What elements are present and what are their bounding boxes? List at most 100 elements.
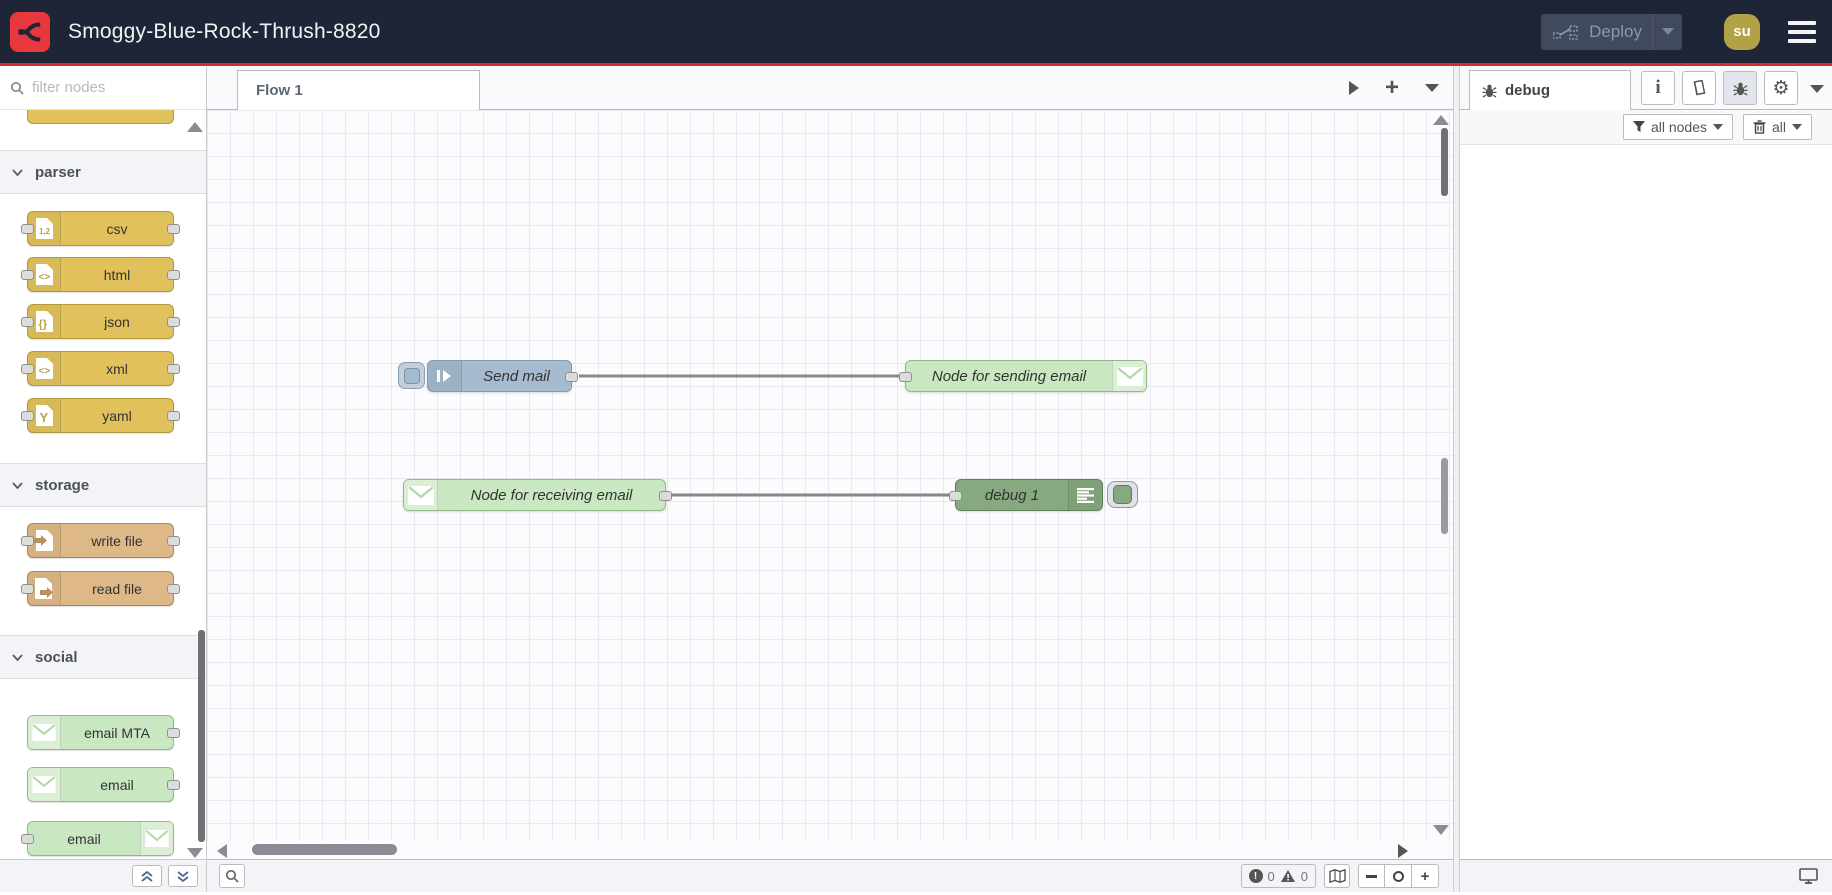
- zoom-in-button[interactable]: +: [1412, 864, 1439, 888]
- add-flow-button[interactable]: +: [1385, 76, 1399, 100]
- palette-node-label: read file: [92, 580, 142, 597]
- palette-filter-input[interactable]: [32, 79, 182, 96]
- output-port[interactable]: [565, 372, 578, 382]
- navigator-button[interactable]: [1324, 864, 1350, 888]
- input-port: [21, 224, 34, 234]
- debug-filter-button[interactable]: all nodes: [1622, 114, 1733, 140]
- canvas-scroll-up-icon[interactable]: [1433, 115, 1449, 125]
- palette-node-read-file[interactable]: read file: [21, 571, 180, 606]
- collapse-all-categories-button[interactable]: [132, 865, 162, 887]
- canvas-vscrollbar-thumb2[interactable]: [1441, 458, 1448, 534]
- open-in-window-icon[interactable]: [1799, 868, 1818, 884]
- debug-filter-label: all nodes: [1650, 119, 1707, 135]
- category-label: parser: [35, 163, 81, 181]
- palette-category-storage[interactable]: storage: [0, 463, 206, 507]
- input-port: [21, 364, 34, 374]
- zoom-reset-button[interactable]: [1385, 864, 1412, 888]
- book-icon: [1693, 80, 1706, 96]
- input-port[interactable]: [949, 491, 962, 501]
- info-icon: i: [1655, 77, 1661, 98]
- flow-tabbar: Flow 1 +: [207, 66, 1453, 110]
- canvas-vscrollbar-thumb[interactable]: [1441, 128, 1448, 196]
- palette-footer: [0, 859, 206, 892]
- node-for-receiving-email[interactable]: Node for receiving email: [403, 479, 672, 511]
- sidebar-tab-label: debug: [1505, 82, 1550, 99]
- node-debug-1[interactable]: debug 1: [949, 479, 1138, 511]
- tab-flow-1[interactable]: Flow 1: [237, 70, 480, 110]
- palette-node-label: email MTA: [84, 724, 150, 741]
- sidebar-menu-chevron-icon[interactable]: [1810, 85, 1824, 93]
- canvas-scroll-left-icon[interactable]: [217, 844, 227, 858]
- warning-icon: [1280, 870, 1295, 882]
- sidebar-footer: [1460, 859, 1832, 892]
- search-flows-button[interactable]: [219, 864, 245, 888]
- info-tab-button[interactable]: i: [1641, 71, 1675, 105]
- envelope-icon: [404, 480, 438, 510]
- palette-node-yaml[interactable]: Y yaml: [21, 398, 180, 433]
- double-chevron-down-icon: [177, 870, 189, 882]
- canvas-scroll-down-icon[interactable]: [1433, 825, 1449, 835]
- notification-counts[interactable]: ! 0 0: [1240, 864, 1316, 888]
- node-for-sending-email[interactable]: Node for sending email: [899, 360, 1147, 392]
- chevron-down-icon: [1712, 124, 1723, 130]
- palette-node-html[interactable]: <> html: [21, 257, 180, 292]
- canvas-hscrollbar[interactable]: [207, 841, 1453, 859]
- envelope-icon: [28, 768, 61, 801]
- inject-button[interactable]: [398, 362, 425, 389]
- wires: [579, 374, 951, 497]
- debug-toggle-button[interactable]: [1107, 481, 1138, 508]
- tab-debug[interactable]: debug: [1469, 70, 1631, 110]
- palette-scroll-area[interactable]: parser 1,2 csv <> html {} json <> xml Y …: [0, 110, 206, 859]
- zoom-out-button[interactable]: [1358, 864, 1385, 888]
- user-avatar[interactable]: su: [1724, 13, 1760, 50]
- palette-scrollbar-thumb[interactable]: [198, 630, 205, 842]
- page-title: Smoggy-Blue-Rock-Thrush-8820: [68, 19, 381, 43]
- sidebar-resize-handle[interactable]: [1453, 66, 1460, 892]
- palette-category-parser[interactable]: parser: [0, 150, 206, 194]
- palette-node-email-in[interactable]: email: [27, 767, 180, 802]
- palette-node-write-file[interactable]: write file: [21, 523, 180, 558]
- next-flow-icon[interactable]: [1348, 81, 1359, 95]
- node-send-mail[interactable]: Send mail: [398, 360, 578, 392]
- debug-clear-button[interactable]: all: [1742, 114, 1812, 140]
- palette-node-email-mta[interactable]: email MTA: [27, 715, 180, 750]
- inject-icon: [428, 361, 462, 391]
- deploy-label: Deploy: [1589, 21, 1642, 41]
- palette-node-xml[interactable]: <> xml: [21, 351, 180, 386]
- output-port[interactable]: [659, 491, 672, 501]
- deploy-options-button[interactable]: [1652, 13, 1682, 50]
- palette-node-partial[interactable]: [27, 110, 174, 124]
- output-port: [167, 411, 180, 421]
- workspace-footer: ! 0 0 +: [207, 859, 1453, 892]
- palette-node-email-out[interactable]: email: [21, 821, 174, 856]
- output-port: [167, 536, 180, 546]
- output-port: [167, 728, 180, 738]
- palette-node-csv[interactable]: 1,2 csv: [21, 211, 180, 246]
- sidebar-tabbar: debug i ⚙: [1460, 66, 1832, 110]
- flow-list-chevron-icon[interactable]: [1425, 84, 1439, 92]
- help-tab-button[interactable]: [1682, 71, 1716, 105]
- deploy-icon: [1553, 24, 1578, 40]
- svg-text:<>: <>: [38, 366, 50, 377]
- category-label: social: [35, 648, 78, 666]
- input-port[interactable]: [899, 372, 912, 382]
- palette-scroll-up-icon[interactable]: [187, 122, 203, 132]
- debug-messages-panel[interactable]: [1460, 145, 1832, 859]
- canvas-hscrollbar-thumb[interactable]: [252, 844, 397, 855]
- envelope-icon: [28, 716, 61, 749]
- palette-scroll-down-icon[interactable]: [187, 848, 203, 858]
- debug-tab-button[interactable]: [1723, 71, 1757, 105]
- sidebar: debug i ⚙ all nodes all: [1460, 66, 1832, 892]
- deploy-button[interactable]: Deploy: [1541, 13, 1682, 50]
- main-menu-button[interactable]: [1788, 20, 1816, 43]
- flow-canvas[interactable]: Send mail Node for sending email Node fo…: [207, 110, 1453, 841]
- expand-all-categories-button[interactable]: [168, 865, 198, 887]
- chevron-down-icon: [1661, 28, 1674, 35]
- canvas-scroll-right-icon[interactable]: [1398, 844, 1408, 858]
- config-tab-button[interactable]: ⚙: [1764, 71, 1798, 105]
- palette-category-social[interactable]: social: [0, 635, 206, 679]
- palette-node-json[interactable]: {} json: [21, 304, 180, 339]
- debug-messages-icon: [1068, 480, 1102, 510]
- palette-node-label: json: [104, 313, 130, 330]
- palette-node-label: html: [103, 266, 131, 283]
